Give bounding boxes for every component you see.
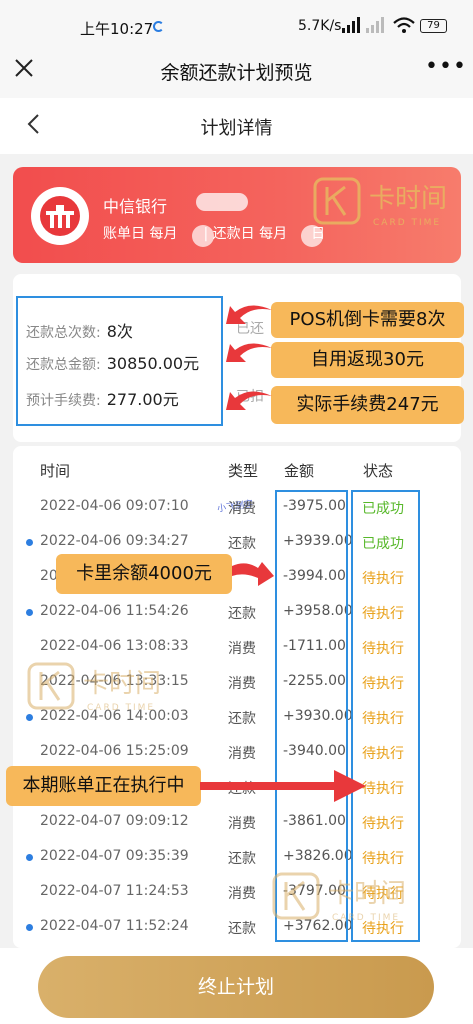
timeline-dot xyxy=(26,609,33,616)
row-type: 还款 xyxy=(228,851,256,867)
header-status: 状态 xyxy=(363,462,394,480)
header-amount: 金额 xyxy=(284,462,315,480)
plan-content: 中信银行 账单日 每月| 还款日 每月日 卡时间 CARD TIME 还款总次数… xyxy=(0,154,473,948)
timeline-dot xyxy=(26,924,33,931)
masked-card-number xyxy=(196,193,248,211)
row-type: 还款 xyxy=(228,921,256,937)
sync-icon xyxy=(153,21,164,32)
status-time: 上午10:27 xyxy=(80,20,154,38)
red-arrow-2 xyxy=(226,343,272,362)
watermark-left-cn: 卡时间 xyxy=(83,669,161,699)
row-type: 消费 xyxy=(228,746,256,762)
header-time: 时间 xyxy=(40,462,71,480)
red-arrow-4 xyxy=(232,562,274,586)
card-time-watermark-left: 卡时间 CARD TIME xyxy=(27,662,161,713)
row-time: 2022-04-07 11:24:53 xyxy=(40,883,189,899)
status-bar: 上午10:27 5.7K/s 79 xyxy=(0,0,473,46)
summary-highlight-box xyxy=(16,296,223,426)
row-time: 2022-04-07 09:09:12 xyxy=(40,813,189,829)
sub-header: 计划详情 xyxy=(0,98,473,154)
stop-plan-button[interactable]: 终止计划 xyxy=(38,956,434,1018)
header-type: 类型 xyxy=(228,462,259,480)
timeline-dot xyxy=(26,854,33,861)
callout-balance: 卡里余额4000元 xyxy=(56,554,232,594)
row-time: 2022-04-06 09:07:10 xyxy=(40,498,189,514)
row-type: 消费 xyxy=(228,886,256,902)
more-icon[interactable]: ••• xyxy=(425,54,467,79)
row-time: 2022-04-07 09:35:39 xyxy=(40,848,189,864)
timeline-dot xyxy=(26,539,33,546)
masked-bill-day xyxy=(192,225,214,247)
row-time: 2022-04-06 11:54:26 xyxy=(40,603,189,619)
card-time-watermark-right: 卡时间 CARD TIME xyxy=(272,872,406,923)
bank-name: 中信银行 xyxy=(103,197,168,216)
card-time-watermark: 卡时间 CARD TIME xyxy=(313,177,447,228)
watermark-right-cn: 卡时间 xyxy=(328,879,406,909)
row-type: 消费 xyxy=(228,641,256,657)
red-arrow-3 xyxy=(226,391,272,410)
row-type: 消费 xyxy=(228,676,256,692)
watermark-left-en: CARD TIME xyxy=(87,703,155,713)
window-title: 余额还款计划预览 xyxy=(160,62,313,84)
callout-actual-fee: 实际手续费247元 xyxy=(271,386,464,424)
row-type: 消费 xyxy=(228,501,256,517)
bank-card: 中信银行 账单日 每月| 还款日 每月日 卡时间 CARD TIME xyxy=(13,167,461,263)
bank-logo xyxy=(31,187,89,245)
row-type: 还款 xyxy=(228,606,256,622)
row-time: 2022-04-06 09:34:27 xyxy=(40,533,189,549)
row-type: 消费 xyxy=(228,816,256,832)
watermark-en: CARD TIME xyxy=(373,218,441,228)
callout-executing: 本期账单正在执行中 xyxy=(6,766,201,806)
row-type: 还款 xyxy=(228,711,256,727)
wifi-icon xyxy=(393,17,415,33)
battery-icon: 79 xyxy=(420,19,447,33)
bill-day-label: 账单日 每月 xyxy=(103,226,178,242)
watermark-cn: 卡时间 xyxy=(369,184,447,214)
row-time: 2022-04-06 15:25:09 xyxy=(40,743,189,759)
watermark-right-en: CARD TIME xyxy=(332,913,400,923)
repay-day-label: | 还款日 每月 xyxy=(203,226,288,242)
title-bar: 余额还款计划预览 ••• xyxy=(0,46,473,98)
row-type: 还款 xyxy=(228,536,256,552)
bottom-bar: 终止计划 xyxy=(0,948,473,1024)
row-time: 2022-04-07 11:52:24 xyxy=(40,918,189,934)
signal-icon xyxy=(342,17,360,33)
network-speed: 5.7K/s xyxy=(298,18,342,34)
page-title: 计划详情 xyxy=(200,118,273,139)
red-arrow-5 xyxy=(200,770,366,802)
callout-pos-count: POS机倒卡需要8次 xyxy=(271,302,464,338)
callout-cashback: 自用返现30元 xyxy=(271,342,464,378)
red-arrow-1 xyxy=(226,305,272,324)
citic-logo-icon xyxy=(40,196,80,236)
bill-info: 账单日 每月| 还款日 每月日 xyxy=(103,223,325,243)
signal-2-icon xyxy=(366,17,384,33)
row-time: 2022-04-06 13:08:33 xyxy=(40,638,189,654)
